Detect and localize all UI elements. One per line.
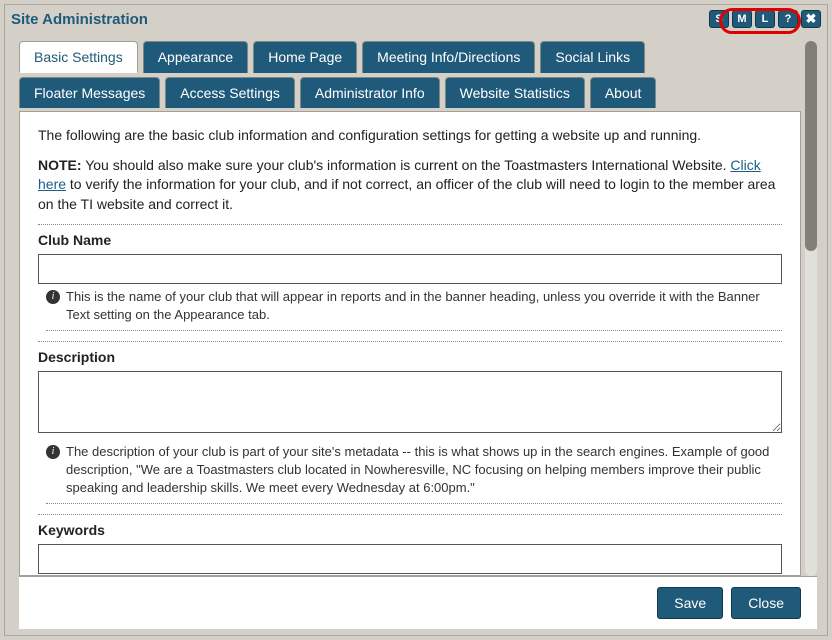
tab-row-1: Basic Settings Appearance Home Page Meet… xyxy=(19,41,801,77)
dialog-footer: Save Close xyxy=(19,576,817,629)
club-name-help: i This is the name of your club that wil… xyxy=(46,288,782,331)
tab-home-page[interactable]: Home Page xyxy=(253,41,357,73)
size-small-button[interactable]: S xyxy=(709,10,729,28)
tab-administrator-info[interactable]: Administrator Info xyxy=(300,77,440,108)
close-x-button[interactable]: ✖ xyxy=(801,10,821,28)
description-input[interactable] xyxy=(38,371,782,433)
description-help: i The description of your club is part o… xyxy=(46,443,782,505)
club-name-help-text: This is the name of your club that will … xyxy=(66,288,782,324)
help-button[interactable]: ? xyxy=(778,10,798,28)
keywords-input[interactable] xyxy=(38,544,782,574)
tab-meeting-info[interactable]: Meeting Info/Directions xyxy=(362,41,535,73)
tab-access-settings[interactable]: Access Settings xyxy=(165,77,295,108)
title-buttons: S M L ? ✖ xyxy=(709,10,821,28)
tab-about[interactable]: About xyxy=(590,77,657,108)
note-paragraph: NOTE: You should also make sure your clu… xyxy=(38,156,782,215)
tab-website-statistics[interactable]: Website Statistics xyxy=(445,77,585,108)
intro-text: The following are the basic club informa… xyxy=(38,126,782,146)
scroll-thumb[interactable] xyxy=(805,41,817,251)
dialog-title: Site Administration xyxy=(11,11,148,28)
info-icon: i xyxy=(46,290,60,304)
titlebar: Site Administration S M L ? ✖ xyxy=(5,5,827,33)
tab-row-2: Floater Messages Access Settings Adminis… xyxy=(19,77,801,112)
keywords-label: Keywords xyxy=(38,514,782,541)
club-name-input[interactable] xyxy=(38,254,782,284)
save-button[interactable]: Save xyxy=(657,587,723,619)
description-help-text: The description of your club is part of … xyxy=(66,443,782,498)
tab-appearance[interactable]: Appearance xyxy=(143,41,249,73)
club-name-label: Club Name xyxy=(38,224,782,251)
dialog-body: Basic Settings Appearance Home Page Meet… xyxy=(5,33,827,576)
info-icon: i xyxy=(46,445,60,459)
note-label: NOTE: xyxy=(38,157,82,173)
site-admin-dialog: Site Administration S M L ? ✖ Basic Sett… xyxy=(4,4,828,636)
size-large-button[interactable]: L xyxy=(755,10,775,28)
close-button[interactable]: Close xyxy=(731,587,801,619)
tab-floater-messages[interactable]: Floater Messages xyxy=(19,77,160,108)
scrollbar[interactable] xyxy=(805,41,817,576)
description-label: Description xyxy=(38,341,782,368)
size-medium-button[interactable]: M xyxy=(732,10,752,28)
tab-social-links[interactable]: Social Links xyxy=(540,41,645,73)
tab-panel: The following are the basic club informa… xyxy=(19,111,801,576)
tab-basic-settings[interactable]: Basic Settings xyxy=(19,41,138,73)
